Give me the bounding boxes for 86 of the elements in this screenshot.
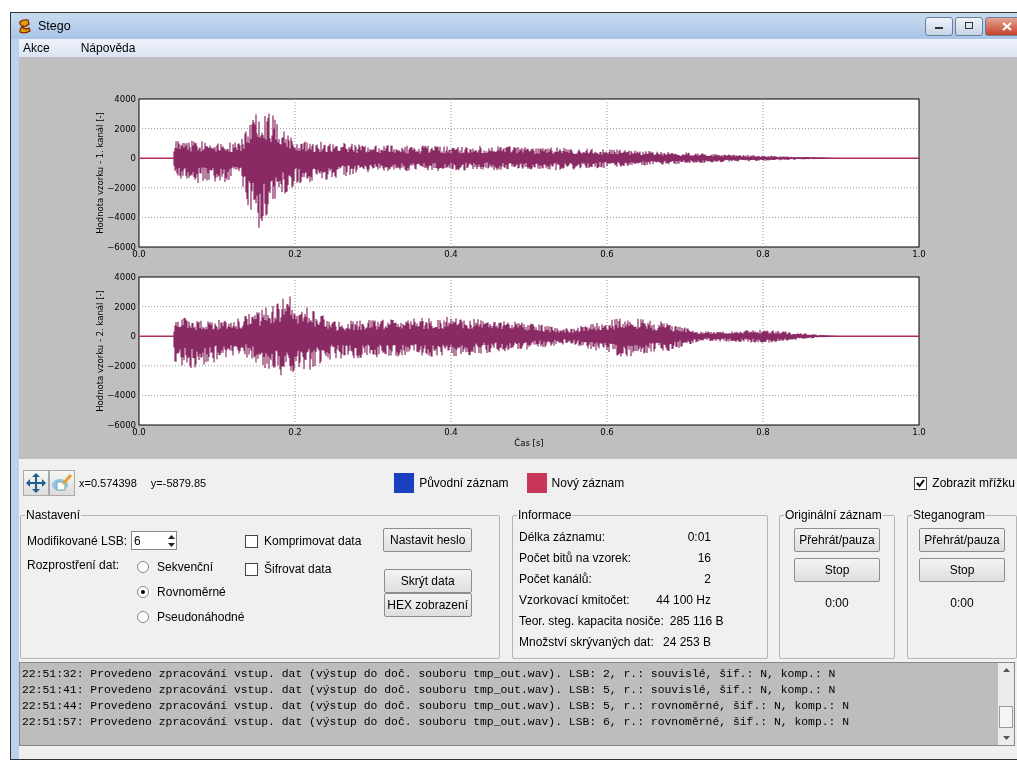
info-label: Vzorkovací kmitočet:	[519, 592, 630, 607]
info-value: 2	[704, 571, 711, 586]
radio-button[interactable]	[137, 560, 150, 573]
tick-label: 2000	[114, 301, 136, 312]
tick-label: 1.0	[912, 249, 926, 259]
tick-label: 0.6	[600, 427, 614, 437]
pan-button[interactable]	[23, 470, 49, 496]
maximize-button[interactable]	[955, 16, 983, 36]
maximize-icon	[964, 22, 974, 30]
info-value: 16	[697, 550, 711, 565]
cursor-x: x=0.574398	[79, 477, 137, 489]
info-label: Teor. steg. kapacita nosiče:	[519, 613, 664, 628]
tick-label: 4000	[114, 272, 136, 282]
action-button[interactable]: HEX zobrazení	[383, 593, 472, 617]
info-label: Počet kanálů:	[519, 571, 592, 586]
tick-label: −2000	[107, 360, 136, 371]
tick-label: 0.2	[288, 427, 302, 437]
play-time: 0:00	[825, 596, 849, 610]
tick-label: 1.0	[912, 427, 926, 437]
radio-label: Pseudonáhodné	[157, 609, 245, 624]
tick-label: 0.8	[756, 249, 770, 259]
player-button[interactable]: Stop	[919, 558, 1005, 582]
set-password-button[interactable]: Nastavit heslo	[383, 528, 473, 552]
play-time: 0:00	[950, 596, 974, 610]
checkbox[interactable]	[245, 534, 258, 548]
scroll-thumb[interactable]	[999, 706, 1013, 728]
menu-item[interactable]: Akce	[19, 41, 63, 55]
spin-arrows-icon	[167, 532, 177, 549]
player-button[interactable]: Přehrát/pauza	[794, 528, 880, 552]
menu-item[interactable]: Nápověda	[76, 41, 149, 55]
axis-title: Hodnota vzorku - 1. kanál [-]	[95, 112, 105, 234]
axis-title: Hodnota vzorku - 2. kanál [-]	[95, 290, 105, 412]
field-label: Modifikované LSB:	[27, 533, 128, 548]
close-button[interactable]	[985, 16, 1017, 36]
tick-label: 0.4	[444, 249, 458, 259]
tick-label: 0.8	[756, 427, 770, 437]
tick-label: 0	[130, 331, 136, 342]
log-line: 22:51:57: Provedeno zpracování vstup. dat (výstup do doč. souboru tmp_out.wav). LSB: 6, r.: rovnoměrné, šif.: N, komp.: N	[22, 715, 851, 730]
tick-label: 0.2	[288, 249, 302, 259]
lsb-spinbox[interactable]: 6	[131, 531, 178, 550]
checkbox-label: Komprimovat data	[264, 534, 362, 548]
info-value: 0:01	[687, 529, 711, 544]
info-value: 44 100 Hz	[656, 592, 711, 607]
checkbox-label: Zobrazit mřížku	[932, 476, 1015, 490]
info-value: 24 253 B	[662, 634, 711, 649]
minimize-button[interactable]	[925, 16, 953, 36]
log-line: 22:51:44: Provedeno zpracování vstup. dat (výstup do doč. souboru tmp_out.wav). LSB: 5, r.: rovnoměrné, šif.: N, komp.: N	[22, 699, 851, 714]
window-title: Stego	[38, 19, 71, 33]
radio-label: Sekvenční	[157, 559, 214, 574]
group-title: Informace	[517, 508, 573, 522]
tick-label: −2000	[107, 182, 136, 193]
checkbox[interactable]	[245, 562, 258, 576]
edit-icon	[51, 472, 73, 494]
tick-label: 4000	[114, 94, 136, 104]
info-label: Délka záznamu:	[519, 529, 606, 544]
legend-label: Nový záznam	[551, 476, 625, 490]
tick-label: −4000	[107, 212, 136, 223]
close-icon	[1002, 21, 1012, 31]
log-line: 22:51:41: Provedeno zpracování vstup. dat (výstup do doč. souboru tmp_out.wav). LSB: 5, r.: souvislé, šif.: N, komp.: N	[22, 683, 837, 698]
radio-label: Rovnoměrné	[157, 584, 226, 599]
field-label: Rozprostření dat:	[27, 558, 120, 572]
radio-button[interactable]	[137, 610, 150, 623]
cursor-y: y=-5879.85	[150, 477, 207, 489]
player-button[interactable]: Přehrát/pauza	[919, 528, 1005, 552]
action-button[interactable]: Skrýt data	[383, 569, 472, 593]
tick-label: 0.4	[444, 427, 458, 437]
group-title: Steganogram	[912, 508, 987, 522]
app-icon	[17, 18, 33, 34]
grid-checkbox[interactable]	[914, 476, 928, 490]
tick-label: 0	[130, 153, 136, 164]
legend-label: Původní záznam	[419, 476, 509, 490]
checkbox-label: Šifrovat data	[264, 562, 332, 576]
scrollbar[interactable]	[998, 663, 1014, 745]
group-title: Nastavení	[25, 508, 82, 522]
group-title: Originální záznam	[784, 508, 883, 522]
info-label: Množství skrývaných dat:	[519, 634, 654, 649]
log-line: 22:51:32: Provedeno zpracování vstup. dat (výstup do doč. souboru tmp_out.wav). LSB: 2, r.: souvislé, šif.: N, komp.: N	[22, 667, 837, 682]
tick-label: 0.6	[600, 249, 614, 259]
move-arrows-icon	[25, 472, 47, 494]
tick-label: −4000	[107, 390, 136, 401]
player-button[interactable]: Stop	[794, 558, 880, 582]
tick-label: 2000	[114, 123, 136, 134]
axis-title: Čas [s]	[514, 438, 544, 448]
info-label: Počet bitů na vzorek:	[519, 550, 632, 565]
radio-button[interactable]	[137, 585, 150, 598]
info-value: 285 116 B	[669, 613, 724, 628]
